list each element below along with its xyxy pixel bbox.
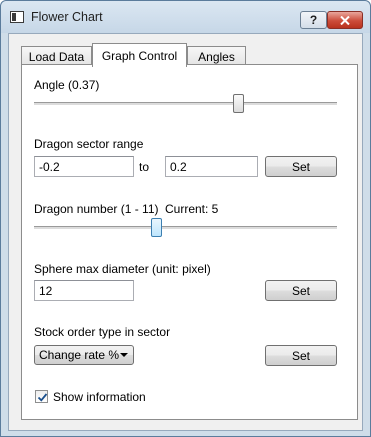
show-information-checkbox[interactable] [35,390,48,403]
help-button[interactable]: ? [300,11,327,29]
close-button[interactable] [327,11,363,29]
stock-order-select[interactable]: Change rate % [34,345,134,365]
angle-label: Angle (0.37) [34,78,100,92]
dragon-number-label: Dragon number (1 - 11) [34,202,159,216]
title-bar[interactable]: Flower Chart ? [1,1,370,33]
dragon-number-current: Current: 5 [165,202,219,216]
sector-to-input[interactable] [165,156,258,177]
app-icon [10,11,24,23]
stock-order-label: Stock order type in sector [34,325,171,339]
tab-angles[interactable]: Angles [187,46,246,66]
angle-slider-thumb[interactable] [232,94,244,113]
checkmark-icon [37,393,48,402]
help-icon: ? [309,13,318,27]
sector-to-label: to [139,160,150,174]
sphere-set-button[interactable]: Set [265,280,337,301]
sector-from-input[interactable] [34,156,134,177]
stock-order-selected: Change rate % [39,348,120,362]
sphere-label: Sphere max diameter (unit: pixel) [34,262,211,276]
chevron-down-icon [120,353,128,357]
dragon-sector-label: Dragon sector range [34,137,144,151]
sector-set-button[interactable]: Set [265,156,337,177]
window-title: Flower Chart [31,10,103,24]
show-information-label: Show information [53,390,146,404]
client-area: Load Data Graph Control Angles Angle (0.… [8,33,363,431]
close-icon [340,15,350,25]
angle-slider-track[interactable] [34,102,337,106]
dragon-number-slider-thumb[interactable] [150,218,162,237]
tab-load-data[interactable]: Load Data [21,46,92,66]
graph-control-panel: Angle (0.37) Dragon sector range to Set … [21,64,358,420]
dragon-number-slider-track[interactable] [34,226,337,230]
window-frame: Flower Chart ? Load Data Graph Control A… [0,0,371,437]
tab-graph-control[interactable]: Graph Control [92,43,187,67]
stock-order-set-button[interactable]: Set [265,345,337,366]
sphere-diameter-input[interactable] [34,280,134,301]
